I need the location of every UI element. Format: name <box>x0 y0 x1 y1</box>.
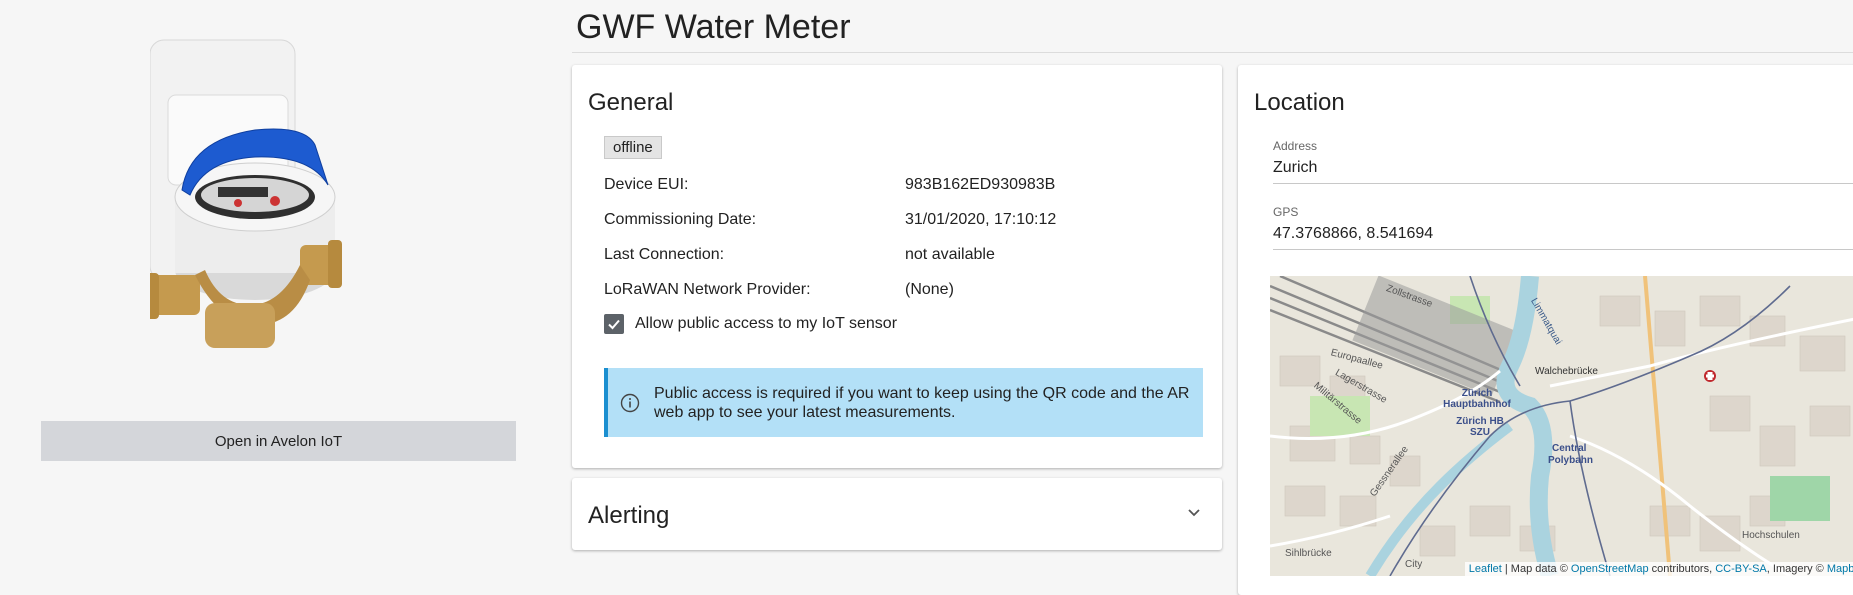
chevron-down-icon[interactable] <box>1186 504 1202 520</box>
leaflet-link[interactable]: Leaflet <box>1469 563 1502 575</box>
last-connection-label: Last Connection: <box>604 246 725 263</box>
map-label-zollstrasse: Zollstrasse <box>1384 283 1434 310</box>
alerting-card[interactable]: Alerting <box>572 478 1222 550</box>
location-card: Location Address Zurich GPS 47.3768866, … <box>1238 65 1853 595</box>
map-label-zurich-hb-szu: Zürich HB SZU <box>1456 416 1504 438</box>
map-attribution: Leaflet | Map data © OpenStreetMap contr… <box>1464 562 1853 576</box>
open-in-avelon-button[interactable]: Open in Avelon IoT <box>41 421 516 461</box>
address-label: Address <box>1273 139 1318 153</box>
osm-link[interactable]: OpenStreetMap <box>1571 563 1649 575</box>
general-card: General offline Device EUI: 983B162ED930… <box>572 65 1222 468</box>
map-label-walchebrucke: Walchebrücke <box>1535 366 1598 377</box>
public-access-label[interactable]: Allow public access to my IoT sensor <box>635 315 897 333</box>
license-link[interactable]: CC-BY-SA <box>1715 563 1767 575</box>
gps-field[interactable]: 47.3768866, 8.541694 <box>1273 225 1433 243</box>
device-eui-label: Device EUI: <box>604 176 689 193</box>
map-data-text: | Map data © <box>1504 563 1568 575</box>
network-provider-label: LoRaWAN Network Provider: <box>604 281 811 298</box>
map-label-polybahn: Polybahn <box>1548 455 1594 466</box>
status-badge: offline <box>604 136 662 159</box>
public-access-row: Allow public access to my IoT sensor <box>604 314 897 334</box>
last-connection-value: not available <box>905 246 995 263</box>
address-field[interactable]: Zurich <box>1273 159 1317 177</box>
title-divider <box>572 52 1853 53</box>
alerting-title: Alerting <box>588 502 670 529</box>
info-circle-icon <box>620 393 640 412</box>
gps-underline <box>1273 249 1853 250</box>
location-title: Location <box>1254 89 1345 116</box>
general-title: General <box>588 89 674 116</box>
commissioning-date-value: 31/01/2020, 17:10:12 <box>905 211 1057 228</box>
public-access-info-box: Public access is required if you want to… <box>604 368 1203 437</box>
device-eui-value: 983B162ED930983B <box>905 176 1056 193</box>
contributors-text: contributors, <box>1651 563 1713 575</box>
map-label-sihlbrucke: Sihlbrücke <box>1285 548 1332 559</box>
address-underline <box>1273 183 1853 184</box>
commissioning-date-label: Commissioning Date: <box>604 211 757 228</box>
info-text: Public access is required if you want to… <box>654 384 1190 421</box>
map-label-zurich-hb: Zürich Hauptbahnhof <box>1443 388 1511 410</box>
map-label-limmatquai: Limmatquai <box>1528 296 1564 347</box>
location-map[interactable]: Zollstrasse Europaallee Lagerstrasse Mil… <box>1270 276 1853 576</box>
page-title: GWF Water Meter <box>576 8 851 46</box>
public-access-checkbox[interactable] <box>604 314 624 334</box>
water-meter-image <box>150 39 342 348</box>
map-label-city: City <box>1405 559 1423 570</box>
mapbox-link[interactable]: Mapbox <box>1827 563 1853 575</box>
imagery-text: , Imagery © <box>1766 563 1824 575</box>
network-provider-value: (None) <box>905 281 954 298</box>
checkmark-icon <box>608 319 620 330</box>
gps-label: GPS <box>1273 205 1299 219</box>
map-label-hochschulen: Hochschulen <box>1742 530 1800 541</box>
device-panel: Open in Avelon IoT <box>0 0 560 580</box>
map-label-gessnerallee: Gessnerallee <box>1368 444 1411 499</box>
map-label-central: Central <box>1552 443 1587 454</box>
